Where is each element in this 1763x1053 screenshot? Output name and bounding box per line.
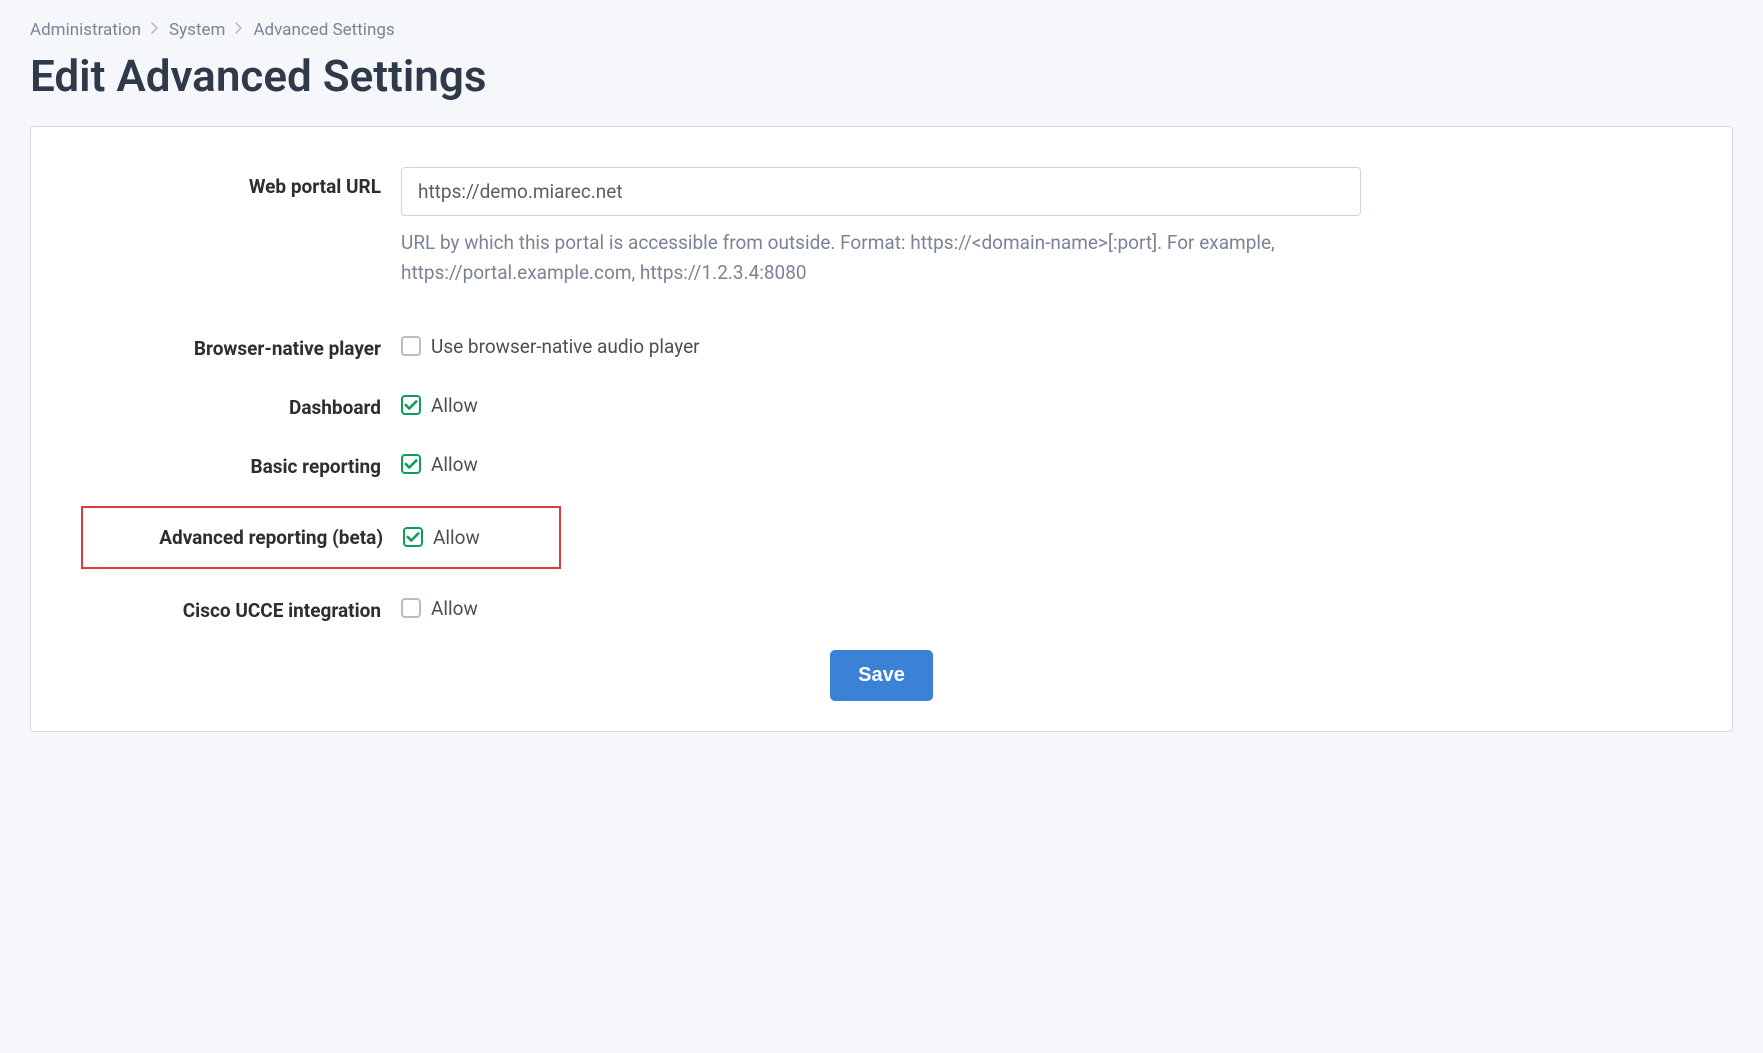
checkbox-dashboard[interactable]: [401, 395, 421, 415]
field-browser-native-player: Browser-native player Use browser-native…: [61, 329, 1702, 360]
field-dashboard: Dashboard Allow: [61, 388, 1702, 419]
breadcrumb-item-system[interactable]: System: [169, 20, 225, 40]
checkbox-label-advanced-reporting: Allow: [433, 526, 480, 549]
checkbox-label-cisco-ucce: Allow: [431, 597, 478, 620]
checkbox-cisco-ucce[interactable]: [401, 598, 421, 618]
label-web-portal-url: Web portal URL: [61, 167, 401, 198]
help-web-portal-url: URL by which this portal is accessible f…: [401, 228, 1361, 289]
checkbox-advanced-reporting[interactable]: [403, 527, 423, 547]
breadcrumb-item-current: Advanced Settings: [253, 20, 394, 40]
label-cisco-ucce: Cisco UCCE integration: [61, 591, 401, 622]
page-title: Edit Advanced Settings: [30, 50, 1733, 102]
checkbox-browser-native-player[interactable]: [401, 336, 421, 356]
label-basic-reporting: Basic reporting: [61, 447, 401, 478]
settings-panel: Web portal URL URL by which this portal …: [30, 126, 1733, 732]
save-button[interactable]: Save: [830, 650, 933, 701]
breadcrumb: Administration System Advanced Settings: [30, 20, 1733, 40]
field-advanced-reporting-highlight: Advanced reporting (beta) Allow: [81, 506, 561, 569]
input-web-portal-url[interactable]: [401, 167, 1361, 216]
checkbox-label-browser-native-player: Use browser-native audio player: [431, 335, 700, 358]
checkbox-label-basic-reporting: Allow: [431, 453, 478, 476]
chevron-right-icon: [235, 22, 243, 38]
field-web-portal-url: Web portal URL URL by which this portal …: [61, 167, 1702, 289]
field-basic-reporting: Basic reporting Allow: [61, 447, 1702, 478]
label-advanced-reporting: Advanced reporting (beta): [83, 526, 403, 549]
form-actions: Save: [61, 650, 1702, 701]
label-browser-native-player: Browser-native player: [61, 329, 401, 360]
checkbox-label-dashboard: Allow: [431, 394, 478, 417]
chevron-right-icon: [151, 22, 159, 38]
breadcrumb-item-administration[interactable]: Administration: [30, 20, 141, 40]
label-dashboard: Dashboard: [61, 388, 401, 419]
field-cisco-ucce: Cisco UCCE integration Allow: [61, 591, 1702, 622]
checkbox-basic-reporting[interactable]: [401, 454, 421, 474]
